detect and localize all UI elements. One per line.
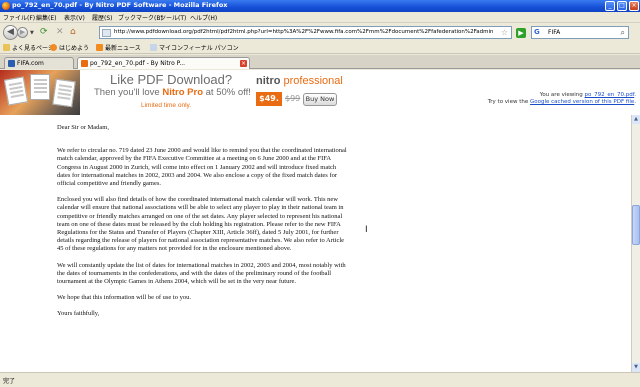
scroll-down-icon[interactable]: ▼ <box>632 363 640 372</box>
menu-edit[interactable]: 編集(E) <box>36 13 56 22</box>
stop-icon[interactable]: ✕ <box>56 28 64 37</box>
menu-history[interactable]: 履歴(S) <box>92 13 113 22</box>
firefox-icon <box>2 2 10 10</box>
salutation: Dear Sir or Madam, <box>57 124 109 131</box>
status-bar: 完了 <box>0 372 640 387</box>
search-icon[interactable]: ⌕ <box>621 28 625 38</box>
title-bar: po_792_en_70.pdf - By Nitro PDF Software… <box>0 0 640 12</box>
old-price: $99 <box>285 94 301 103</box>
tab-fifa[interactable]: FIFA.com <box>4 57 74 69</box>
menu-help[interactable]: ヘルプ(H) <box>190 13 217 22</box>
maximize-button[interactable]: □ <box>617 1 627 11</box>
menu-tools[interactable]: ツール(T) <box>160 13 186 22</box>
menu-file[interactable]: ファイル(F) <box>3 13 35 22</box>
back-button[interactable]: ◀ <box>3 25 18 40</box>
paragraph: We hope that this information will be of… <box>57 294 191 302</box>
google-icon[interactable]: G <box>534 28 543 37</box>
document-icon <box>3 76 29 106</box>
scroll-thumb[interactable] <box>632 205 640 245</box>
search-input[interactable]: FIFA <box>548 29 560 36</box>
tab-pdf[interactable]: po_792_en_70.pdf - By Nitro P... × <box>77 57 250 69</box>
bookmark-getting-started[interactable]: はじめよう <box>50 43 89 52</box>
menu-bookmarks[interactable]: ブックマーク(B) <box>118 13 163 22</box>
go-button[interactable]: ▶ <box>516 28 526 38</box>
minimize-button[interactable]: _ <box>605 1 615 11</box>
viewing-info: You are viewing po_792_en_70.pdf. Try to… <box>487 92 636 105</box>
bookmark-latest-news[interactable]: 最新ニュース <box>96 43 141 52</box>
firefox-icon <box>50 44 57 51</box>
rss-icon <box>96 44 103 51</box>
site-icon <box>102 29 111 37</box>
text-cursor-icon: I <box>365 225 368 235</box>
folder-icon <box>3 44 10 51</box>
home-icon[interactable]: ⌂ <box>70 28 76 37</box>
reload-icon[interactable]: ⟳ <box>40 28 48 37</box>
paragraph: We will constantly update the list of da… <box>57 261 346 286</box>
navigation-toolbar: ◀ ▶ ▼ ⟳ ✕ ⌂ http://www.pdfdownload.org/p… <box>0 23 640 41</box>
page-content[interactable]: Dear Sir or Madam, We refer to circular … <box>0 115 631 372</box>
google-cache-link[interactable]: Google cached version of this PDF file <box>530 99 634 105</box>
forward-button[interactable]: ▶ <box>17 27 28 38</box>
ad-image <box>0 70 80 115</box>
menu-view[interactable]: 表示(V) <box>64 13 85 22</box>
document-icon <box>52 78 76 108</box>
menu-bar: ファイル(F) 編集(E) 表示(V) 履歴(S) ブックマーク(B) ツール(… <box>0 12 640 23</box>
close-tab-icon[interactable]: × <box>240 60 247 67</box>
paragraph: Enclosed you will also find details of h… <box>57 196 345 253</box>
scroll-up-icon[interactable]: ▲ <box>632 115 640 124</box>
buy-now-button[interactable]: Buy Now <box>303 93 337 106</box>
bookmark-pc[interactable]: マイコンフィーナル パソコン <box>150 43 239 52</box>
window-title: po_792_en_70.pdf - By Nitro PDF Software… <box>12 1 228 9</box>
nitro-favicon-icon <box>81 60 88 67</box>
ad-headline: Like PDF Download? <box>110 72 233 87</box>
fifa-favicon-icon <box>8 60 15 67</box>
url-bar[interactable]: http://www.pdfdownload.org/pdf2html/pdf2… <box>99 26 512 39</box>
bookmark-most-visited[interactable]: よく見るページ <box>3 43 54 52</box>
paragraph: We refer to circular no. 719 dated 23 Ju… <box>57 147 347 188</box>
bookmarks-toolbar: よく見るページ はじめよう 最新ニュース マイコンフィーナル パソコン <box>0 41 640 54</box>
tab-bar: FIFA.com po_792_en_70.pdf - By Nitro P..… <box>0 55 640 69</box>
vertical-scrollbar[interactable]: ▲ ▼ <box>631 115 640 372</box>
history-dropdown-icon[interactable]: ▼ <box>30 30 34 36</box>
letter-body: Dear Sir or Madam, We refer to circular … <box>57 124 350 319</box>
nitro-logo: nitro professional <box>256 75 343 87</box>
sale-price: $49. <box>256 92 282 106</box>
ad-banner[interactable]: Like PDF Download? Then you'll love Nitr… <box>0 70 640 115</box>
bookmark-star-icon[interactable]: ☆ <box>501 28 508 37</box>
ad-subline: Then you'll love Nitro Pro at 50% off! <box>94 87 251 98</box>
ad-limited: Limited time only. <box>141 102 192 109</box>
pdf-file-link[interactable]: po_792_en_70.pdf <box>585 92 635 98</box>
close-window-button[interactable]: × <box>629 1 639 11</box>
search-box[interactable]: G FIFA ⌕ <box>531 26 629 39</box>
url-text[interactable]: http://www.pdfdownload.org/pdf2html/pdf2… <box>114 29 494 35</box>
closing: Yours faithfully, <box>57 310 100 318</box>
page-icon <box>150 44 157 51</box>
document-icon <box>30 74 50 100</box>
status-text: 完了 <box>3 378 16 385</box>
